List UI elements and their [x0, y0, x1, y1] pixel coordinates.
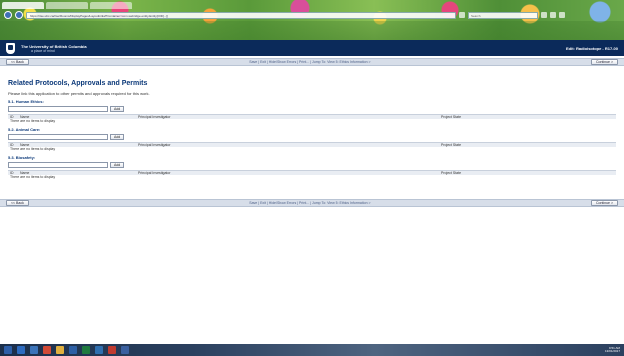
home-icon[interactable] — [541, 12, 547, 18]
section-biosafety: 5.3. Biosafety: Add ID Name Principal In… — [8, 155, 616, 180]
windows-taskbar: 9:51 AM 13/01/2017 — [0, 344, 624, 356]
add-button[interactable]: Add — [110, 134, 125, 140]
search-input[interactable]: Search — [468, 11, 538, 19]
browser-tab[interactable] — [90, 2, 132, 9]
gear-icon[interactable] — [559, 12, 565, 18]
column-state[interactable]: Project State — [441, 171, 616, 175]
outlook-icon[interactable] — [95, 346, 103, 354]
system-tray: 9:51 AM 13/01/2017 — [605, 347, 620, 353]
table-header: ID Name Principal Investigator Project S… — [8, 170, 616, 175]
back-button[interactable]: << Back — [6, 200, 29, 206]
clock-date[interactable]: 13/01/2017 — [605, 350, 620, 353]
biosafety-input[interactable] — [8, 162, 108, 168]
media-icon[interactable] — [108, 346, 116, 354]
empty-message: There are no items to display — [10, 175, 56, 179]
browser-tab[interactable] — [46, 2, 88, 9]
column-pi[interactable]: Principal Investigator — [138, 143, 441, 147]
chrome-icon[interactable] — [43, 346, 51, 354]
site-header: The University of British Columbia a pla… — [0, 40, 624, 56]
word-icon[interactable] — [69, 346, 77, 354]
address-row: https://rise.ubc.ca/rise/Rooms/DisplayPa… — [0, 10, 624, 20]
section-heading: 5.2. Animal Care: — [8, 127, 41, 132]
favorites-bar — [0, 21, 624, 40]
folder-icon[interactable] — [56, 346, 64, 354]
back-arrow-icon[interactable] — [4, 11, 12, 19]
intro-text: Please link this application to other pe… — [8, 91, 150, 96]
column-state[interactable]: Project State — [441, 115, 616, 119]
tab-strip — [2, 2, 132, 9]
column-pi[interactable]: Principal Investigator — [138, 171, 441, 175]
table-header: ID Name Principal Investigator Project S… — [8, 114, 616, 119]
browser-chrome: https://rise.ubc.ca/rise/Rooms/DisplayPa… — [0, 0, 624, 40]
section-animal-care: 5.2. Animal Care: Add ID Name Principal … — [8, 127, 616, 152]
add-button[interactable]: Add — [110, 106, 125, 112]
browser-tab[interactable] — [2, 2, 44, 9]
table-header: ID Name Principal Investigator Project S… — [8, 142, 616, 147]
continue-button[interactable]: Continue > — [590, 200, 618, 206]
star-icon[interactable] — [550, 12, 556, 18]
explorer-icon[interactable] — [30, 346, 38, 354]
section-heading: 5.3. Biosafety: — [8, 155, 36, 160]
top-nav-bar: << Back Save | Exit | Hide/Show Errors |… — [0, 58, 624, 66]
section-heading: 5.1. Human Ethics: — [8, 99, 44, 104]
main-content: Related Protocols, Approvals and Permits… — [8, 80, 616, 180]
forward-arrow-icon[interactable] — [15, 11, 23, 19]
tagline: a place of mind — [31, 48, 55, 53]
continue-button[interactable]: Continue > — [590, 59, 618, 65]
ie-icon[interactable] — [17, 346, 25, 354]
ubc-crest-icon — [6, 42, 15, 54]
university-name: The University of British Columbia — [21, 43, 87, 49]
page-title: Related Protocols, Approvals and Permits — [8, 80, 148, 87]
app-icon[interactable] — [121, 346, 129, 354]
start-icon[interactable] — [4, 346, 12, 354]
empty-message: There are no items to display — [10, 147, 56, 151]
add-button[interactable]: Add — [110, 162, 125, 168]
refresh-icon[interactable] — [459, 12, 465, 18]
column-state[interactable]: Project State — [441, 143, 616, 147]
human-ethics-input[interactable] — [8, 106, 108, 112]
nav-links[interactable]: Save | Exit | Hide/Show Errors | Print..… — [29, 60, 591, 64]
edit-label: Edit: Radioisotope - R17-00 — [565, 45, 618, 51]
nav-links[interactable]: Save | Exit | Hide/Show Errors | Print..… — [29, 201, 591, 205]
address-bar[interactable]: https://rise.ubc.ca/rise/Rooms/DisplayPa… — [26, 11, 456, 19]
excel-icon[interactable] — [82, 346, 90, 354]
bottom-nav-bar: << Back Save | Exit | Hide/Show Errors |… — [0, 199, 624, 207]
animal-care-input[interactable] — [8, 134, 108, 140]
back-button[interactable]: << Back — [6, 59, 29, 65]
column-pi[interactable]: Principal Investigator — [138, 115, 441, 119]
empty-message: There are no items to display — [10, 119, 56, 123]
section-human-ethics: 5.1. Human Ethics: Add ID Name Principal… — [8, 99, 616, 124]
